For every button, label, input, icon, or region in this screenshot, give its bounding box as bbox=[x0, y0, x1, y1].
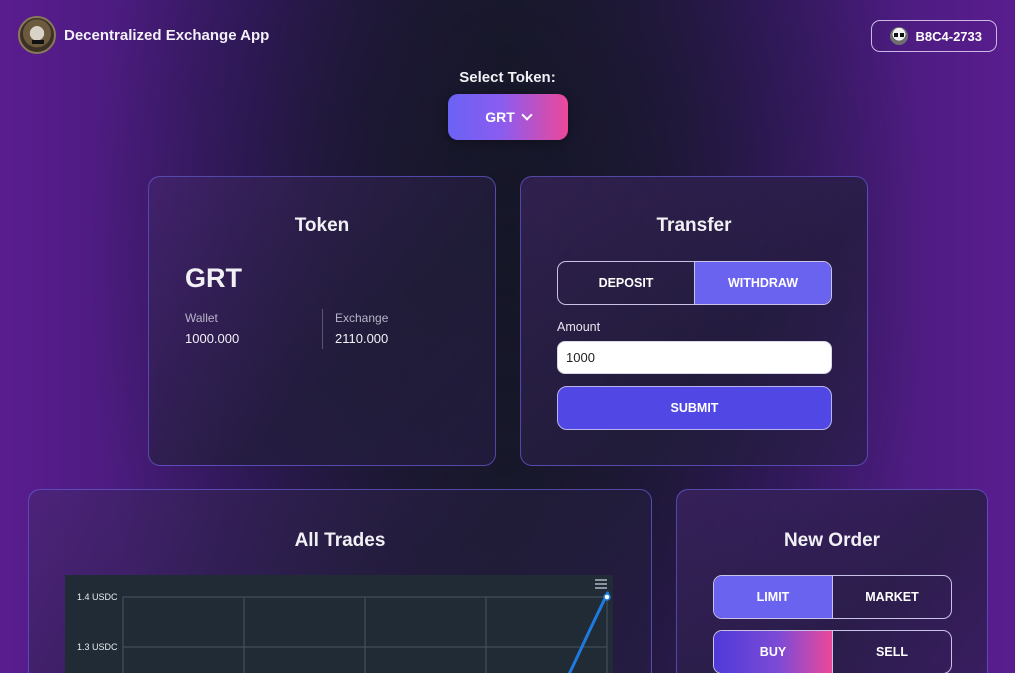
account-button[interactable]: B8C4-2733 bbox=[870, 20, 997, 52]
trades-chart-svg: 1.4 USDC 1.3 USDC bbox=[77, 591, 611, 673]
order-side-tabs: BUY SELL bbox=[713, 630, 952, 673]
balance-divider bbox=[322, 309, 323, 349]
skull-icon bbox=[889, 27, 908, 45]
token-select-button[interactable]: GRT bbox=[448, 94, 568, 140]
app-title: Decentralized Exchange App bbox=[64, 26, 270, 44]
order-type-tabs: LIMIT MARKET bbox=[713, 575, 952, 619]
token-card-title: Token bbox=[294, 215, 350, 236]
series-line bbox=[567, 591, 610, 673]
token-card: Token GRT Wallet 1000.000 Exchange 2110.… bbox=[148, 176, 496, 466]
y-tick-label: 1.4 USDC bbox=[77, 592, 118, 602]
wallet-label: Wallet bbox=[185, 311, 218, 325]
tab-limit[interactable]: LIMIT bbox=[714, 576, 832, 618]
chart-menu-icon[interactable] bbox=[595, 579, 607, 589]
account-label: B8C4-2733 bbox=[915, 28, 983, 44]
data-point bbox=[603, 593, 611, 601]
exchange-balance: 2110.000 bbox=[335, 331, 389, 346]
new-order-card: New Order LIMIT MARKET BUY SELL bbox=[676, 489, 988, 673]
token-symbol: GRT bbox=[185, 263, 242, 293]
transfer-card: Transfer DEPOSIT WITHDRAW Amount SUBMIT bbox=[520, 176, 868, 466]
wallet-balance: 1000.000 bbox=[185, 331, 240, 346]
brand: Decentralized Exchange App bbox=[18, 16, 269, 54]
tab-deposit[interactable]: DEPOSIT bbox=[558, 262, 694, 304]
amount-label: Amount bbox=[557, 320, 601, 334]
avatar-icon bbox=[18, 16, 56, 54]
y-tick-label: 1.3 USDC bbox=[77, 642, 118, 652]
tab-buy[interactable]: BUY bbox=[714, 631, 832, 673]
amount-input[interactable] bbox=[557, 341, 832, 374]
trades-card-title: All Trades bbox=[294, 530, 386, 551]
new-order-title: New Order bbox=[783, 530, 881, 551]
select-token-label: Select Token: bbox=[459, 69, 556, 86]
trades-card: All Trades 1.4 USDC 1.3 USDC bbox=[28, 489, 652, 673]
submit-button[interactable]: SUBMIT bbox=[557, 386, 832, 430]
token-select-value: GRT bbox=[485, 109, 515, 125]
trades-chart: 1.4 USDC 1.3 USDC bbox=[65, 575, 613, 673]
transfer-tabs: DEPOSIT WITHDRAW bbox=[557, 261, 832, 305]
transfer-card-title: Transfer bbox=[656, 215, 732, 236]
exchange-label: Exchange bbox=[335, 311, 389, 325]
tab-sell[interactable]: SELL bbox=[832, 631, 951, 673]
tab-withdraw[interactable]: WITHDRAW bbox=[694, 262, 831, 304]
chevron-down-icon bbox=[521, 109, 533, 121]
tab-market[interactable]: MARKET bbox=[832, 576, 951, 618]
